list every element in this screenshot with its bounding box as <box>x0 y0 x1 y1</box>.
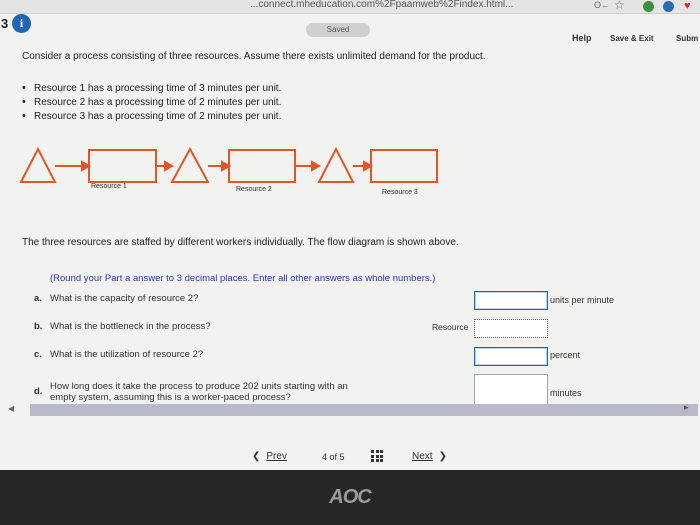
rounding-instruction: (Round your Part a answer to 3 decimal p… <box>50 273 436 284</box>
monitor-logo: AOC <box>329 486 371 508</box>
question-letter: c. <box>34 349 42 360</box>
resource-3-label: Resource 3 <box>382 189 418 196</box>
question-c: c. What is the utilization of resource 2? <box>34 349 203 360</box>
resource-1-box <box>88 149 157 183</box>
answer-c-unit: percent <box>550 350 581 360</box>
question-letter: d. <box>34 386 43 397</box>
screen: ...connect.mheducation.com%2Fpaamweb%2Fi… <box>0 0 700 470</box>
question-text: What is the bottleneck in the process? <box>50 321 211 332</box>
key-icon[interactable]: O← <box>594 0 610 10</box>
flow-diagram: Resource 1 Resource 2 Resource 3 <box>18 138 448 205</box>
question-text-line2: empty system, assuming this is a worker-… <box>50 392 291 403</box>
answer-a-input[interactable] <box>474 291 548 310</box>
saved-badge: Saved <box>306 23 370 37</box>
question-b: b. What is the bottleneck in the process? <box>34 321 211 332</box>
browser-address-bar[interactable]: ...connect.mheducation.com%2Fpaamweb%2Fi… <box>0 0 700 14</box>
inventory-triangle-3 <box>317 146 355 183</box>
question-text-line1: How long does it take the process to pro… <box>50 381 348 392</box>
flow-arrowhead-4 <box>311 160 322 172</box>
list-item: Resource 3 has a processing time of 2 mi… <box>22 109 281 123</box>
list-item: Resource 1 has a processing time of 3 mi… <box>22 81 281 95</box>
diagram-caption: The three resources are staffed by diffe… <box>22 237 459 248</box>
prev-button[interactable]: ❮ Prev <box>252 451 287 462</box>
chevron-left-icon: ❮ <box>252 451 261 462</box>
resource-3-box <box>370 149 438 183</box>
answer-b-input[interactable] <box>474 319 548 338</box>
flow-arrowhead-2 <box>164 160 175 172</box>
save-exit-button[interactable]: Save & Exit <box>610 34 654 43</box>
submit-button[interactable]: Subm <box>676 34 698 43</box>
grid-icon[interactable] <box>371 450 383 462</box>
question-letter: a. <box>34 293 42 304</box>
extension-icon[interactable] <box>663 1 674 12</box>
scroll-right-icon[interactable]: ▸ <box>684 402 689 413</box>
info-icon[interactable]: i <box>12 14 31 33</box>
help-button[interactable]: Help <box>572 33 592 43</box>
flow-arrowhead-3 <box>221 160 232 172</box>
flow-arrowhead-5 <box>363 160 374 172</box>
page-indicator: 4 of 5 <box>322 452 345 462</box>
horizontal-scrollbar[interactable] <box>30 404 698 416</box>
answer-a-unit: units per minute <box>550 295 615 305</box>
question-letter: b. <box>34 321 43 332</box>
chevron-right-icon: ❯ <box>438 451 447 462</box>
question-d: d. How long does it take the process to … <box>34 381 348 403</box>
question-text: What is the capacity of resource 2? <box>50 293 199 304</box>
extension-icon[interactable] <box>643 1 654 12</box>
inventory-triangle-2 <box>170 146 210 183</box>
resource-2-label: Resource 2 <box>236 186 272 193</box>
answer-b-prefix: Resource <box>432 322 469 332</box>
star-icon[interactable]: ☆ <box>614 0 625 12</box>
resource-2-box <box>228 149 296 183</box>
list-item: Resource 2 has a processing time of 2 mi… <box>22 95 281 109</box>
answer-d-unit: minutes <box>550 388 582 398</box>
url-text[interactable]: ...connect.mheducation.com%2Fpaamweb%2Fi… <box>250 0 513 10</box>
flow-arrowhead-1 <box>81 160 92 172</box>
question-number: 3 <box>1 16 9 31</box>
problem-intro: Consider a process consisting of three r… <box>22 51 486 62</box>
inventory-triangle-1 <box>19 146 57 183</box>
resource-1-label: Resource 1 <box>91 183 127 190</box>
next-button[interactable]: Next ❯ <box>412 451 447 462</box>
question-text: What is the utilization of resource 2? <box>50 349 204 360</box>
question-a: a. What is the capacity of resource 2? <box>34 293 198 304</box>
heart-icon[interactable]: ♥ <box>684 0 691 12</box>
answer-c-input[interactable] <box>474 347 548 366</box>
resource-list: Resource 1 has a processing time of 3 mi… <box>22 81 281 123</box>
scroll-left-icon[interactable]: ◀ <box>8 404 14 413</box>
